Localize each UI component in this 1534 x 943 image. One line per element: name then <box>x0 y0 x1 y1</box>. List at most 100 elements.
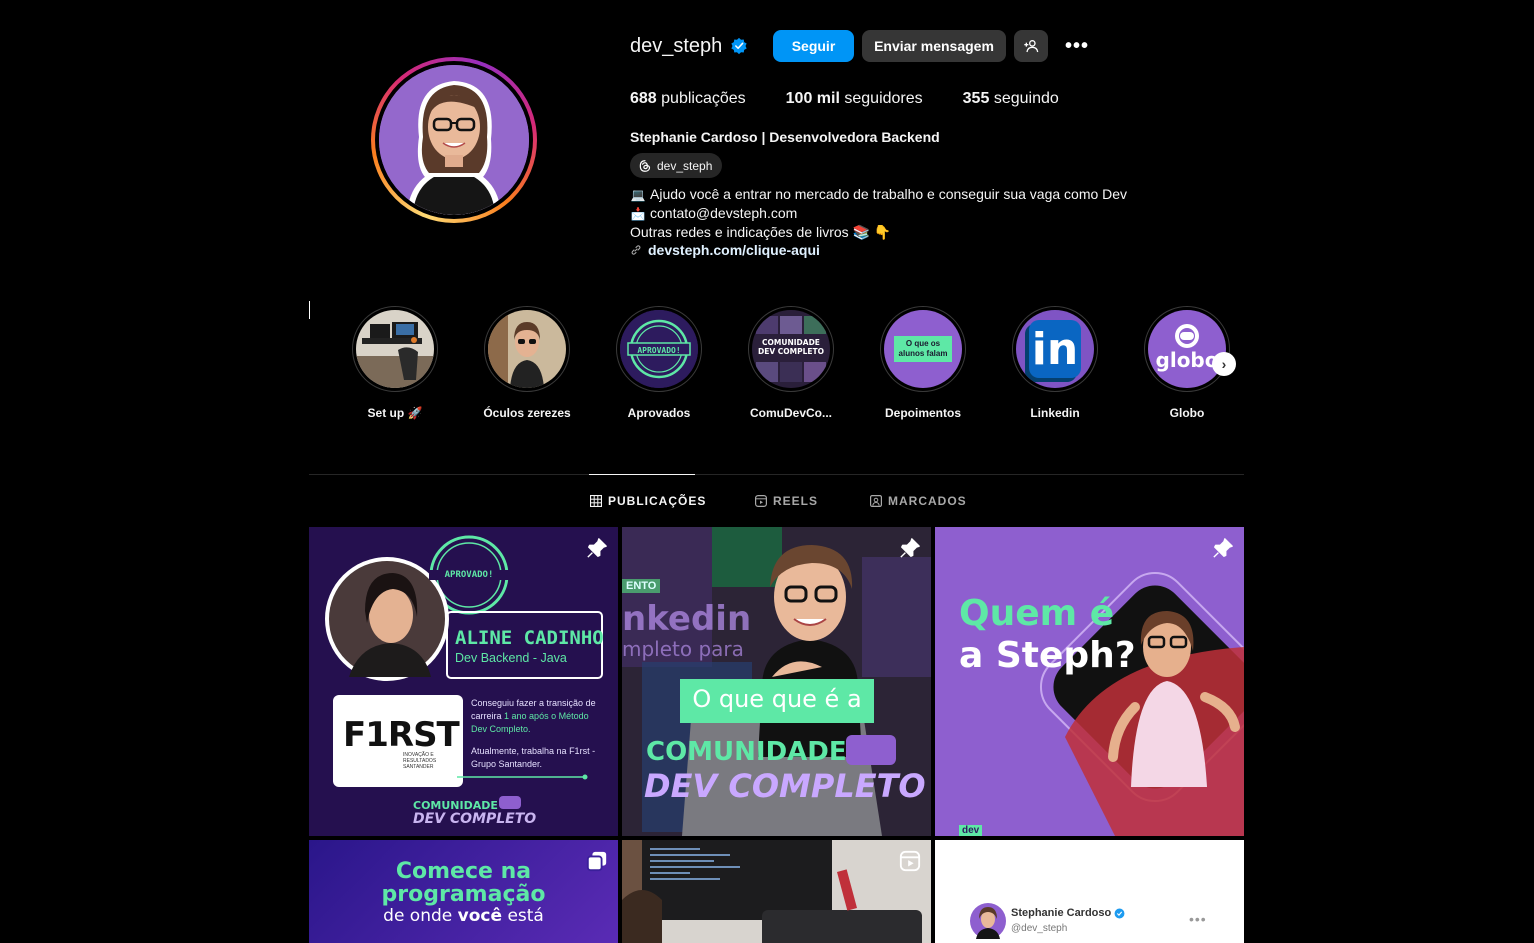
post-line-3: de onde você está <box>383 906 544 926</box>
posts-label: publicações <box>661 90 746 107</box>
tweet-name: Stephanie Cardoso <box>1011 907 1112 919</box>
posts-stat: 688 publicações <box>630 90 746 108</box>
profile-stats: 688 publicações 100 mil seguidores 355 s… <box>630 90 1099 108</box>
brand-line-2: DEV COMPLETO <box>413 811 537 827</box>
linkedin-logo-icon: in <box>1016 310 1094 388</box>
company-tagline: INOVAÇÃO E RESULTADOS SANTANDER <box>403 752 437 770</box>
testimonials-icon: O que os alunos falam <box>884 310 962 388</box>
profile-bio: 💻 Ajudo você a entrar no mercado de traba… <box>630 185 1127 259</box>
posts-count: 688 <box>630 90 657 107</box>
tab-reels[interactable]: REELS <box>755 494 818 508</box>
post-text: Conseguiu fazer a transição de carreira … <box>471 698 596 734</box>
pin-icon <box>587 538 607 558</box>
tab-tagged[interactable]: MARCADOS <box>870 494 967 508</box>
suggest-accounts-button[interactable] <box>1014 30 1048 62</box>
active-tab-indicator <box>589 474 695 475</box>
post-caption-2: COMUNIDADE <box>646 737 847 767</box>
bg-text: nkedin <box>622 599 752 639</box>
highlight-label: Depoimentos <box>884 406 961 420</box>
highlight-oculos-zerezes[interactable]: Óculos zerezes <box>477 306 577 420</box>
highlight-set-up[interactable]: Set up 🚀 <box>345 306 445 420</box>
following-stat[interactable]: 355 seguindo <box>963 90 1059 108</box>
threads-badge[interactable]: dev_steph <box>630 153 723 178</box>
post-caption-1: O que que é a <box>692 685 862 713</box>
tagged-icon <box>870 495 882 507</box>
profile-full-name: Stephanie Cardoso | Desenvolvedora Backe… <box>630 129 940 145</box>
bg-label: ENTO <box>622 579 661 593</box>
username: dev_steph <box>630 34 723 57</box>
post-text: Atualmente, trabalha na F1rst - Grupo Sa… <box>471 746 596 769</box>
chevron-right-icon[interactable]: › <box>1212 352 1236 376</box>
bio-line: Outras redes e indicações de livros 📚 👇 <box>630 223 1127 241</box>
tab-label: PUBLICAÇÕES <box>608 494 707 508</box>
highlight-label: Linkedin <box>1030 406 1080 420</box>
highlight-aprovados[interactable]: APROVADO! Aprovados <box>609 306 709 420</box>
highlight-label: ComuDevCo... <box>749 406 832 420</box>
bio-line: 💻 Ajudo você a entrar no mercado de traba… <box>630 185 1128 204</box>
company-logo: F1RST <box>343 715 460 755</box>
highlight-linkedin[interactable]: in Linkedin <box>1005 306 1105 420</box>
globo-logo-icon: globo <box>1148 310 1226 388</box>
link-icon <box>631 245 641 255</box>
bio-text: Outras redes e indicações de livros 📚 👇 <box>630 224 892 240</box>
approved-stamp-text: APROVADO! <box>429 570 509 580</box>
glasses-photo-icon <box>488 310 566 388</box>
text-cursor <box>309 301 310 319</box>
approved-stamp-icon: APROVADO! <box>620 310 698 388</box>
followers-stat[interactable]: 100 mil seguidores <box>786 90 923 108</box>
highlight-label: Globo <box>1169 406 1205 420</box>
post-tile-who-is-steph[interactable]: Quem é a Steph? dev <box>935 527 1244 836</box>
grid-icon <box>590 495 602 507</box>
post-line-1: Comece na <box>395 859 532 884</box>
threads-icon <box>639 159 651 172</box>
highlight-comudevco[interactable]: COMUNIDADE DEV COMPLETO ComuDevCo... <box>741 306 841 420</box>
pin-icon <box>1213 538 1233 558</box>
highlight-label: Set up 🚀 <box>367 406 423 420</box>
send-message-button[interactable]: Enviar mensagem <box>862 30 1006 62</box>
reels-icon <box>755 495 767 507</box>
tweet-handle: @dev_steph <box>1011 923 1068 934</box>
follow-button[interactable]: Seguir <box>773 30 854 62</box>
bio-link-text: devsteph.com/clique-aqui <box>648 242 820 258</box>
bio-text: Ajudo você a entrar no mercado de trabal… <box>650 186 1128 202</box>
mail-icon: 📩 <box>630 207 646 221</box>
post-tile-tweet[interactable]: Stephanie Cardoso @dev_steph ••• <box>935 840 1244 943</box>
more-options-icon: ••• <box>1189 911 1207 927</box>
profile-avatar[interactable] <box>371 57 537 223</box>
post-tile-start-programming[interactable]: Comece na programação de onde você está <box>309 840 618 943</box>
post-line-2: programação <box>381 882 546 907</box>
bio-email: contato@devsteph.com <box>650 205 798 221</box>
more-options-icon[interactable]: ••• <box>1060 30 1094 62</box>
add-person-icon <box>1024 40 1039 53</box>
reels-icon <box>899 850 921 872</box>
post-caption-3: DEV COMPLETO <box>644 767 926 805</box>
student-name: ALINE CADINHO <box>455 627 604 649</box>
student-role: Dev Backend - Java <box>455 651 567 665</box>
threads-handle: dev_steph <box>657 158 713 173</box>
bio-line: 📩 contato@devsteph.com <box>630 204 1127 223</box>
followers-label: seguidores <box>844 90 923 107</box>
post-tile-approved[interactable]: APROVADO! ALINE CADINHO Dev Backend - Ja… <box>309 527 618 836</box>
tweet-author: Stephanie Cardoso <box>1011 907 1125 919</box>
post-title-line-1: Quem é <box>959 593 1115 634</box>
verified-badge-icon <box>1114 908 1125 918</box>
bio-external-link[interactable]: devsteph.com/clique-aqui <box>630 241 1127 259</box>
following-count: 355 <box>962 90 990 107</box>
corner-brand: dev <box>959 825 983 836</box>
desk-setup-icon <box>356 310 434 388</box>
tab-label: REELS <box>773 494 819 508</box>
tab-posts[interactable]: PUBLICAÇÕES <box>590 494 706 508</box>
laptop-icon: 💻 <box>630 188 646 202</box>
username-row: dev_steph <box>630 30 748 62</box>
tweet-avatar <box>970 903 1006 939</box>
stamp-text: APROVADO! <box>637 346 680 355</box>
carousel-icon <box>586 851 607 872</box>
post-tile-coding-reel[interactable] <box>622 840 931 943</box>
post-tile-community[interactable]: ENTO nkedin mpleto para O que que é a CO… <box>622 527 931 836</box>
highlight-depoimentos[interactable]: O que os alunos falam Depoimentos <box>873 306 973 420</box>
tabs-divider <box>309 474 1244 475</box>
highlight-label: Óculos zerezes <box>483 406 571 420</box>
tab-label: MARCADOS <box>888 494 967 508</box>
post-title-line-2: a Steph? <box>959 635 1136 676</box>
followers-count: 100 mil <box>785 90 840 107</box>
